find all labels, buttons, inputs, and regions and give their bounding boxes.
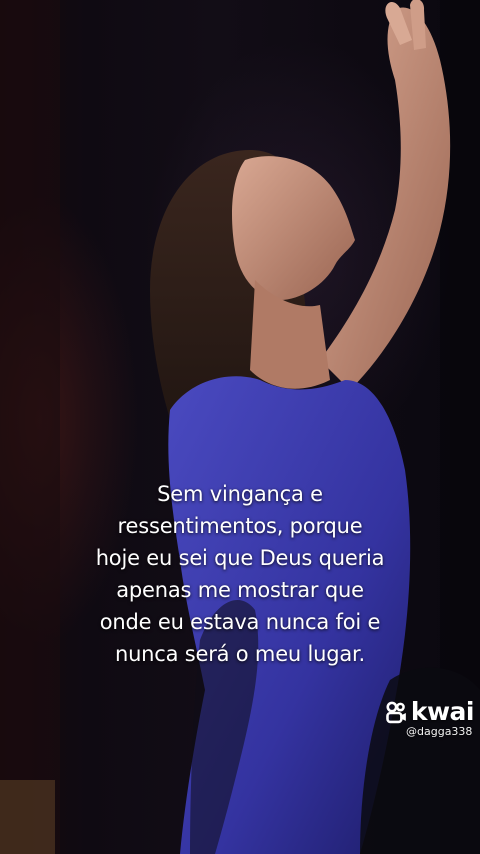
kwai-watermark: kwai @dagga338 bbox=[384, 697, 475, 738]
watermark-handle: @dagga338 bbox=[406, 725, 473, 738]
caption-line: ressentimentos, porque bbox=[117, 514, 363, 538]
caption-line: hoje eu sei que Deus queria bbox=[95, 546, 385, 570]
watermark-brand: kwai bbox=[410, 697, 475, 726]
caption-line: Sem vingança e bbox=[157, 482, 323, 506]
caption-line: apenas me mostrar que bbox=[116, 578, 364, 602]
caption-line: nunca será o meu lugar. bbox=[114, 642, 366, 666]
caption-line: onde eu estava nunca foi e bbox=[99, 610, 381, 634]
kwai-logo-icon bbox=[386, 701, 406, 724]
video-caption: Sem vingança e ressentimentos, porque ho… bbox=[60, 478, 420, 670]
